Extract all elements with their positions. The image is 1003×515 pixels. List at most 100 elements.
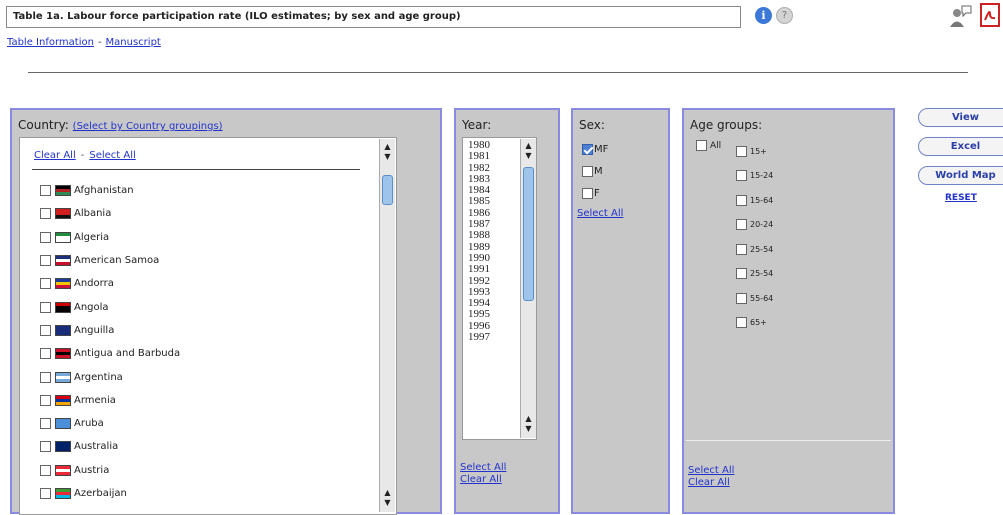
user-help-icon[interactable] bbox=[948, 3, 974, 29]
country-groupings-link[interactable]: (Select by Country groupings) bbox=[73, 121, 223, 132]
flag-icon bbox=[55, 185, 71, 197]
age-option[interactable]: 15-24 bbox=[736, 164, 773, 189]
list-item[interactable]: Antigua and Barbuda bbox=[40, 342, 180, 365]
age-option[interactable]: 15-64 bbox=[736, 188, 773, 213]
age-checkbox[interactable] bbox=[736, 194, 747, 206]
sex-checkbox[interactable] bbox=[582, 143, 593, 155]
country-scrollbar[interactable]: ▲ ▼ ▲ ▼ bbox=[379, 139, 395, 512]
age-all-option[interactable]: All bbox=[696, 140, 721, 151]
country-checkbox[interactable] bbox=[40, 441, 51, 453]
list-item[interactable]: Argentina bbox=[40, 365, 180, 388]
help-icon[interactable]: ? bbox=[776, 7, 793, 24]
year-option[interactable]: 1988 bbox=[468, 230, 490, 242]
manuscript-link[interactable]: Manuscript bbox=[106, 37, 161, 48]
age-option[interactable]: 20-24 bbox=[736, 213, 773, 238]
sex-links: Select All bbox=[577, 208, 623, 220]
country-checkbox[interactable] bbox=[40, 278, 51, 290]
age-all-checkbox[interactable] bbox=[696, 140, 707, 151]
list-item[interactable]: Austria bbox=[40, 459, 180, 482]
scroll-up-arrow-icon[interactable]: ▲ bbox=[380, 143, 395, 151]
country-label-text: Country: bbox=[18, 118, 69, 132]
info-icon[interactable]: i bbox=[755, 7, 772, 24]
list-item[interactable]: Aruba bbox=[40, 412, 180, 435]
country-checkbox[interactable] bbox=[40, 255, 51, 267]
age-checkbox[interactable] bbox=[736, 292, 747, 304]
list-item[interactable]: Albania bbox=[40, 202, 180, 225]
country-checkbox[interactable] bbox=[40, 418, 51, 430]
list-item[interactable]: Armenia bbox=[40, 389, 180, 412]
age-option[interactable]: 25-54 bbox=[736, 262, 773, 287]
scroll-up-arrow-icon[interactable]: ▲ bbox=[521, 142, 536, 150]
age-checkbox[interactable] bbox=[736, 145, 747, 157]
sex-checkbox[interactable] bbox=[582, 165, 593, 177]
sex-checkbox[interactable] bbox=[582, 187, 593, 199]
list-item[interactable]: Australia bbox=[40, 435, 180, 458]
table-information-link[interactable]: Table Information bbox=[7, 37, 94, 48]
country-list[interactable]: Clear All - Select All Afghanistan Albania A… bbox=[19, 137, 397, 515]
world-map-button[interactable]: World Map bbox=[918, 166, 1003, 185]
age-option[interactable]: 15+ bbox=[736, 139, 773, 164]
sex-option[interactable]: M bbox=[582, 160, 608, 182]
scroll-up-arrow-icon[interactable]: ▲ bbox=[380, 489, 395, 497]
country-checkbox[interactable] bbox=[40, 488, 51, 499]
country-name: Antigua and Barbuda bbox=[74, 348, 181, 360]
age-option[interactable]: 65+ bbox=[736, 311, 773, 336]
flag-icon bbox=[55, 231, 71, 243]
sex-select-all-link[interactable]: Select All bbox=[577, 208, 623, 220]
country-clear-all-link[interactable]: Clear All bbox=[34, 150, 76, 161]
country-checkbox[interactable] bbox=[40, 348, 51, 360]
list-item[interactable]: Angola bbox=[40, 295, 180, 318]
year-list[interactable]: 1980 1981 1982 1983 1984 1985 1986 1987 1988 1989… bbox=[462, 137, 537, 440]
table-title-field[interactable]: Table 1a. Labour force participation rat… bbox=[6, 6, 741, 28]
country-checkbox[interactable] bbox=[40, 371, 51, 383]
country-checkbox[interactable] bbox=[40, 185, 51, 197]
sex-option-label: F bbox=[594, 187, 600, 199]
view-button[interactable]: View bbox=[918, 108, 1003, 127]
scroll-down-arrow-icon[interactable]: ▼ bbox=[380, 499, 395, 507]
list-item[interactable]: Afghanistan bbox=[40, 179, 180, 202]
country-scroll-thumb[interactable] bbox=[382, 175, 393, 205]
age-checkbox[interactable] bbox=[736, 317, 747, 329]
pdf-icon[interactable] bbox=[978, 2, 1002, 28]
list-item[interactable]: Andorra bbox=[40, 272, 180, 295]
year-select-all-link[interactable]: Select All bbox=[460, 462, 506, 474]
scroll-down-arrow-icon[interactable]: ▼ bbox=[521, 152, 536, 160]
age-checkbox[interactable] bbox=[736, 170, 747, 182]
scroll-down-arrow-icon[interactable]: ▼ bbox=[380, 153, 395, 161]
sex-option[interactable]: MF bbox=[582, 138, 608, 160]
age-select-all-link[interactable]: Select All bbox=[688, 465, 734, 477]
list-item[interactable]: American Samoa bbox=[40, 249, 180, 272]
country-checkbox[interactable] bbox=[40, 231, 51, 243]
year-clear-all-link[interactable]: Clear All bbox=[460, 474, 506, 486]
list-item[interactable]: Anguilla bbox=[40, 319, 180, 342]
age-checkbox[interactable] bbox=[736, 219, 747, 231]
year-scrollbar[interactable]: ▲ ▼ ▲ ▼ bbox=[520, 139, 536, 438]
excel-button[interactable]: Excel bbox=[918, 137, 1003, 156]
year-option[interactable]: 1981 bbox=[468, 150, 490, 162]
country-checkbox[interactable] bbox=[40, 301, 51, 313]
flag-icon bbox=[55, 464, 71, 476]
sex-option[interactable]: F bbox=[582, 182, 608, 204]
age-checkbox[interactable] bbox=[736, 243, 747, 255]
country-checkbox[interactable] bbox=[40, 208, 51, 220]
scroll-up-arrow-icon[interactable]: ▲ bbox=[521, 415, 536, 423]
year-scroll-thumb[interactable] bbox=[523, 167, 534, 301]
world-map-button-label: World Map bbox=[935, 170, 996, 181]
age-option[interactable]: 55-64 bbox=[736, 286, 773, 311]
age-option[interactable]: 25-54 bbox=[736, 237, 773, 262]
age-clear-all-link[interactable]: Clear All bbox=[688, 477, 734, 489]
country-name: Albania bbox=[74, 208, 112, 220]
country-checkbox[interactable] bbox=[40, 324, 51, 336]
country-checkbox[interactable] bbox=[40, 464, 51, 476]
list-item[interactable]: Azerbaijan bbox=[40, 482, 180, 505]
year-option[interactable]: 1991 bbox=[468, 263, 490, 275]
flag-icon bbox=[55, 418, 71, 430]
country-select-all-link[interactable]: Select All bbox=[89, 150, 135, 161]
reset-link[interactable]: RESET bbox=[945, 193, 977, 203]
year-links: Select All Clear All bbox=[460, 462, 506, 486]
list-item[interactable]: Algeria bbox=[40, 226, 180, 249]
country-checkbox[interactable] bbox=[40, 394, 51, 406]
scroll-down-arrow-icon[interactable]: ▼ bbox=[521, 425, 536, 433]
age-checkbox[interactable] bbox=[736, 268, 747, 280]
year-option[interactable]: 1997 bbox=[468, 331, 490, 343]
